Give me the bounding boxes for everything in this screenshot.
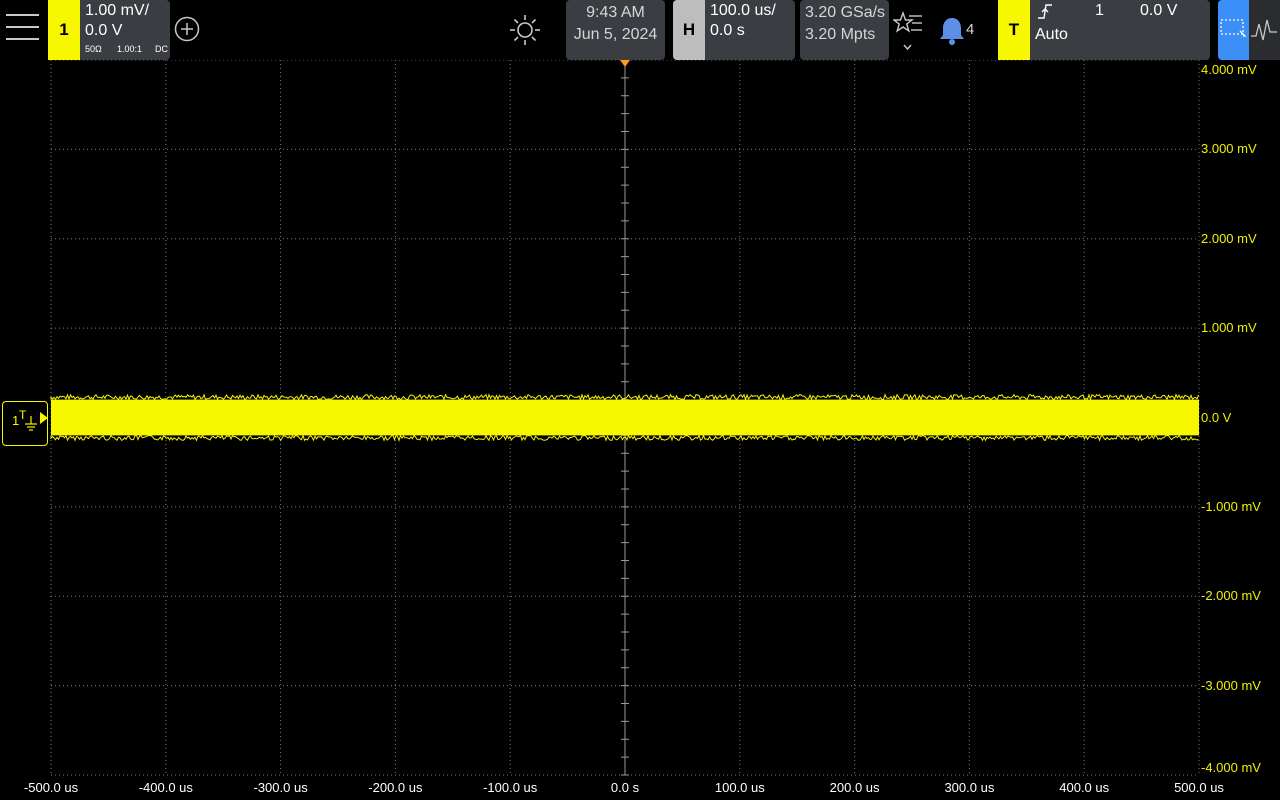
waveform-display[interactable] [0,60,1280,800]
x-tick-label: -500.0 us [23,780,79,795]
clock-time: 9:43 AM [586,4,645,21]
y-tick-label: 4.000 mV [1201,62,1257,77]
channel1-scale: 1.00 mV/ [85,2,150,19]
x-tick-label: 500.0 us [1174,780,1224,795]
sample-rate: 3.20 GSa/s [805,4,886,21]
trigger-mode: Auto [1035,26,1068,43]
channel1-trace [51,399,1199,436]
x-tick-label: -200.0 us [368,780,423,795]
x-tick-label: -400.0 us [138,780,193,795]
y-tick-label: -2.000 mV [1201,588,1261,604]
timebase-position: 0.0 s [710,22,745,39]
x-tick-label: -300.0 us [253,780,308,795]
y-tick-label: -3.000 mV [1201,677,1261,693]
brightness-icon[interactable] [509,14,541,46]
x-tick-label: 100.0 us [714,780,765,795]
trigger-position-marker [620,60,630,67]
y-tick-label: -4.000 mV [1201,760,1261,775]
timebase-scale: 100.0 us/ [710,2,776,19]
notification-count: 4 [966,21,975,38]
trigger-source: 1 [1095,2,1104,19]
trigger-level: 0.0 V [1140,2,1178,19]
y-tick-label: 1.000 mV [1201,320,1257,336]
trigger-settings[interactable]: 1 0.0 V Auto [1030,0,1210,60]
clock-date: Jun 5, 2024 [573,26,658,43]
trigger-edge-icon [1036,2,1054,20]
y-tick-label: 0.0 V [1201,409,1232,425]
favorites-icon[interactable] [891,10,923,56]
bell-icon[interactable] [938,15,966,45]
memory-depth: 3.20 Mpts [805,26,876,43]
x-tick-label: 0.0 s [610,780,640,795]
channel1-settings[interactable]: 1.00 mV/ 0.0 V 50Ω 1.00:1 DC [80,0,170,60]
y-tick-label: 2.000 mV [1201,230,1257,246]
horizontal-badge[interactable]: H [673,0,705,60]
y-tick-label: -1.000 mV [1201,498,1261,514]
datetime-panel[interactable]: 9:43 AM Jun 5, 2024 [566,0,665,60]
channel1-offset: 0.0 V [85,22,123,39]
channel1-badge[interactable]: 1 [48,0,80,60]
channel1-coupling: DC [155,44,168,54]
trigger-badge[interactable]: T [998,0,1030,60]
channel1-ground-marker[interactable]: 1 T [2,401,48,446]
top-toolbar: 1 1.00 mV/ 0.0 V 50Ω 1.00:1 DC 9:43 AM J… [0,0,1280,60]
channel1-probe: 1.00:1 [117,44,143,54]
y-tick-label: 3.000 mV [1201,141,1257,157]
waveform-icon[interactable] [1249,0,1280,60]
x-tick-label: 200.0 us [829,780,880,795]
add-channel-icon[interactable] [174,16,200,42]
zoom-box-icon[interactable] [1218,0,1249,60]
x-tick-label: 400.0 us [1059,780,1110,795]
acquisition-panel[interactable]: 3.20 GSa/s 3.20 Mpts [800,0,889,60]
horizontal-settings[interactable]: 100.0 us/ 0.0 s [705,0,795,60]
menu-icon[interactable] [6,14,39,44]
x-tick-label: 300.0 us [944,780,995,795]
channel1-impedance: 50Ω [85,44,102,54]
x-tick-label: -100.0 us [483,780,538,795]
